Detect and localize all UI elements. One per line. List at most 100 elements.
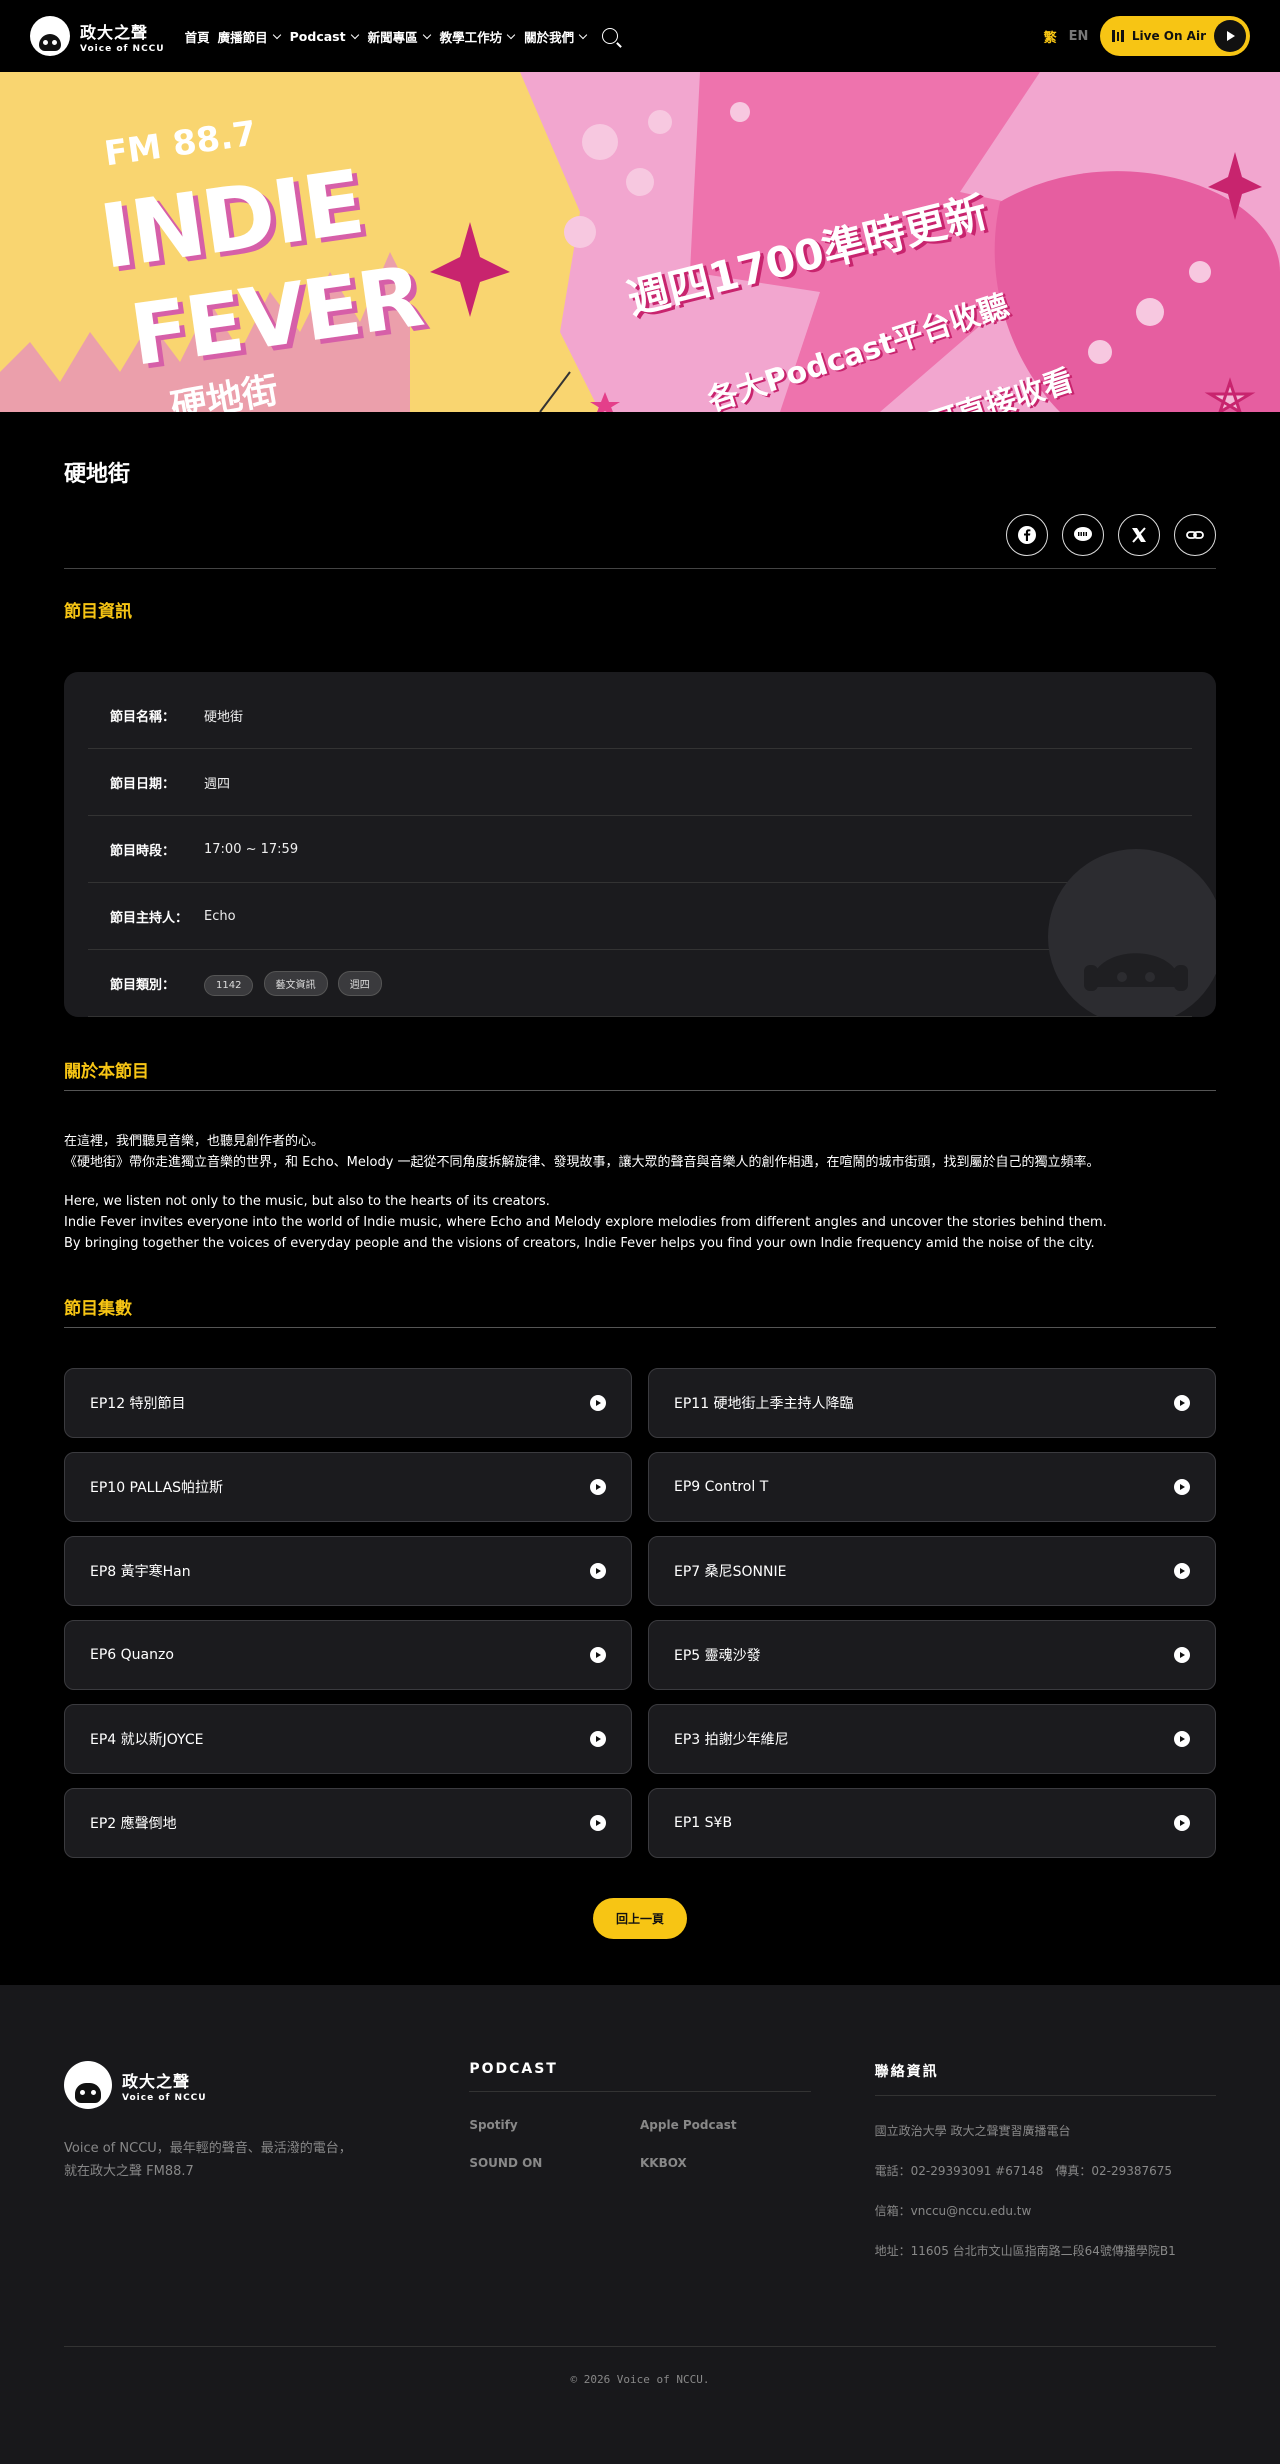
info-value: 17:00 ~ 17:59	[204, 841, 299, 857]
podcast-link-apple[interactable]: Apple Podcast	[640, 2118, 811, 2132]
play-icon[interactable]	[1174, 1647, 1190, 1663]
main-menu: 首頁 廣播節目 Podcast 新聞專區 教學工作坊 關於我們	[185, 27, 619, 46]
info-value: 硬地街	[204, 709, 244, 725]
logo-subtitle: Voice of NCCU	[80, 43, 165, 54]
info-value: 週四	[204, 776, 231, 792]
category-tag[interactable]: 週四	[337, 970, 382, 996]
menu-item-workshop[interactable]: 教學工作坊	[440, 27, 517, 46]
category-tag[interactable]: 1142	[204, 974, 254, 996]
info-label: 節目日期：	[110, 776, 176, 792]
podcast-link-kkbox[interactable]: KKBOX	[640, 2156, 811, 2170]
menu-label: 新聞專區	[367, 29, 418, 45]
back-button[interactable]: 回上一頁	[592, 1898, 687, 1939]
site-logo[interactable]: 政大之聲 Voice of NCCU	[30, 16, 165, 56]
footer-desc-line: Voice of NCCU，最年輕的聲音、最活潑的電台，	[64, 2141, 352, 2156]
play-icon[interactable]	[590, 1395, 606, 1411]
episode-title: EP12 特別節目	[90, 1396, 186, 1412]
play-icon[interactable]	[1174, 1479, 1190, 1495]
about-zh-line: 在這裡，我們聽見音樂，也聽見創作者的心。	[64, 1134, 325, 1149]
episode-title: EP11 硬地街上季主持人降臨	[674, 1396, 854, 1412]
chevron-down-icon	[350, 30, 359, 39]
episode-card[interactable]: EP12 特別節目	[64, 1368, 632, 1438]
episode-card[interactable]: EP6 Quanzo	[64, 1620, 632, 1690]
facebook-icon[interactable]	[1006, 514, 1048, 556]
episode-card[interactable]: EP11 硬地街上季主持人降臨	[648, 1368, 1216, 1438]
footer-logo-title: 政大之聲	[122, 2071, 191, 2091]
search-icon[interactable]	[602, 28, 619, 44]
about-en-line: Here, we listen not only to the music, b…	[64, 1194, 550, 1209]
play-icon[interactable]	[1174, 1563, 1190, 1579]
episode-title: EP5 靈魂沙發	[674, 1648, 761, 1664]
info-label: 節目時段：	[110, 843, 176, 859]
episode-title: EP6 Quanzo	[90, 1647, 174, 1663]
podcast-link-soundon[interactable]: SOUND ON	[469, 2156, 640, 2170]
contact-org: 國立政治大學 政大之聲實習廣播電台	[874, 2124, 1071, 2138]
live-label: Live On Air	[1131, 29, 1206, 43]
play-icon[interactable]	[590, 1479, 606, 1495]
episode-grid: EP12 特別節目 EP10 PALLAS帕拉斯 EP8 黃宇寒Han EP6 …	[64, 1368, 1216, 1872]
episode-title: EP3 拍謝少年維尼	[674, 1732, 789, 1748]
menu-item-news[interactable]: 新聞專區	[368, 27, 432, 46]
play-icon[interactable]	[590, 1815, 606, 1831]
category-tag[interactable]: 藝文資訊	[263, 970, 328, 996]
footer-podcast-heading: PODCAST	[469, 2061, 811, 2092]
lang-en-button[interactable]: EN	[1069, 29, 1089, 44]
main-content: 硬地街 節目資訊 節目名稱： 硬地街 節目日期： 週四 節目時段： 17:00 …	[0, 412, 1280, 1985]
live-on-air-button[interactable]: Live On Air	[1100, 16, 1250, 56]
mascot-watermark-icon	[1048, 849, 1216, 1017]
episode-title: EP8 黃宇寒Han	[90, 1564, 191, 1580]
play-icon[interactable]	[1174, 1731, 1190, 1747]
menu-label: Podcast	[289, 28, 346, 44]
info-row-date: 節目日期： 週四	[88, 749, 1192, 816]
contact-address: 地址：11605 台北市文山區指南路二段64號傳播學院B1	[874, 2244, 1176, 2258]
menu-item-podcast[interactable]: Podcast	[290, 29, 360, 44]
footer-logo[interactable]: 政大之聲 Voice of NCCU	[64, 2061, 405, 2109]
episode-card[interactable]: EP2 應聲倒地	[64, 1788, 632, 1858]
episode-card[interactable]: EP7 桑尼SONNIE	[648, 1536, 1216, 1606]
episode-title: EP10 PALLAS帕拉斯	[90, 1480, 224, 1496]
info-label: 節目名稱：	[110, 709, 176, 725]
episode-title: EP2 應聲倒地	[90, 1816, 177, 1832]
play-icon[interactable]	[1174, 1815, 1190, 1831]
episode-card[interactable]: EP8 黃宇寒Han	[64, 1536, 632, 1606]
episode-card[interactable]: EP1 S¥B	[648, 1788, 1216, 1858]
about-zh-line: 《硬地街》帶你走進獨立音樂的世界，和 Echo、Melody 一起從不同角度拆解…	[64, 1155, 1100, 1170]
equalizer-icon	[1112, 30, 1124, 42]
page-title: 硬地街	[64, 462, 131, 487]
menu-label: 教學工作坊	[439, 29, 503, 45]
info-row-category: 節目類別： 1142 藝文資訊 週四	[88, 950, 1192, 1017]
site-footer: 政大之聲 Voice of NCCU Voice of NCCU，最年輕的聲音、…	[0, 1985, 1280, 2464]
menu-item-programs[interactable]: 廣播節目	[218, 27, 282, 46]
contact-phone: 電話：02-29393091 #67148 傳真：02-29387675	[874, 2164, 1173, 2178]
top-nav: 政大之聲 Voice of NCCU 首頁 廣播節目 Podcast 新聞專區 …	[0, 0, 1280, 72]
chevron-down-icon	[422, 30, 431, 39]
menu-label: 關於我們	[524, 29, 575, 45]
chevron-down-icon	[578, 30, 588, 39]
episode-card[interactable]: EP4 就以斯JOYCE	[64, 1704, 632, 1774]
x-icon[interactable]	[1118, 514, 1160, 556]
contact-email[interactable]: 信箱：vnccu@nccu.edu.tw	[875, 2202, 1216, 2219]
logo-title: 政大之聲	[80, 22, 149, 42]
play-icon[interactable]	[1174, 1395, 1190, 1411]
menu-item-home[interactable]: 首頁	[185, 27, 210, 46]
menu-item-about[interactable]: 關於我們	[524, 27, 588, 46]
episode-card[interactable]: EP9 Control T	[648, 1452, 1216, 1522]
episode-card[interactable]: EP3 拍謝少年維尼	[648, 1704, 1216, 1774]
lang-zh-button[interactable]: 繁	[1044, 27, 1057, 46]
play-icon[interactable]	[590, 1563, 606, 1579]
episode-card[interactable]: EP5 靈魂沙發	[648, 1620, 1216, 1690]
play-icon[interactable]	[590, 1731, 606, 1747]
link-icon[interactable]	[1174, 514, 1216, 556]
play-icon	[1214, 20, 1246, 52]
line-icon[interactable]	[1062, 514, 1104, 556]
play-icon[interactable]	[590, 1647, 606, 1663]
program-info-card: 節目名稱： 硬地街 節目日期： 週四 節目時段： 17:00 ~ 17:59 節…	[64, 672, 1216, 1017]
copyright: © 2026 Voice of NCCU.	[64, 2346, 1216, 2386]
about-en-line: By bringing together the voices of every…	[64, 1236, 1095, 1251]
info-row-time: 節目時段： 17:00 ~ 17:59	[88, 816, 1192, 883]
podcast-link-spotify[interactable]: Spotify	[469, 2118, 640, 2132]
episode-card[interactable]: EP10 PALLAS帕拉斯	[64, 1452, 632, 1522]
about-text: 在這裡，我們聽見音樂，也聽見創作者的心。 《硬地街》帶你走進獨立音樂的世界，和 …	[64, 1131, 1216, 1254]
logo-mascot-icon	[64, 2061, 112, 2109]
footer-contact: 聯絡資訊 國立政治大學 政大之聲實習廣播電台 電話：02-29393091 #6…	[874, 2061, 1216, 2282]
